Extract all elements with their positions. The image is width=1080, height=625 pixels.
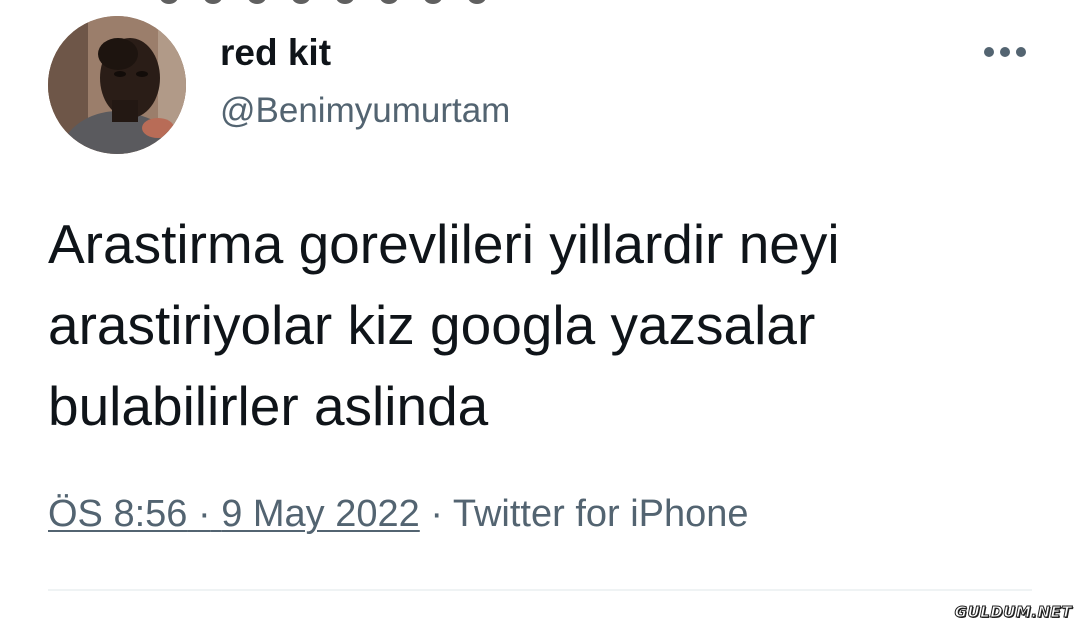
more-horizontal-icon [984, 47, 1026, 57]
meta-dot: · [197, 493, 211, 535]
tweet-text: Arastirma gorevlileri yillardir neyi ara… [48, 204, 1038, 447]
author-display-name[interactable]: red kit [220, 31, 331, 75]
divider [48, 589, 1032, 591]
previous-content-fragment [160, 0, 540, 6]
tweet-text-line: Arastirma gorevlileri yillardir neyi [48, 213, 840, 275]
watermark: GULDUM.NET [954, 603, 1072, 622]
author-handle[interactable]: @Benimyumurtam [220, 90, 510, 132]
tweet-text-line: arastiriyolar kiz googla yazsalar [48, 294, 816, 356]
tweet-metadata: ÖS 8:56 · 9 May 2022 · Twitter for iPhon… [48, 491, 749, 537]
tweet-timestamp-link[interactable]: ÖS 8:56 · 9 May 2022 [48, 493, 420, 535]
avatar-image [48, 16, 186, 154]
tweet-source[interactable]: Twitter for iPhone [453, 493, 749, 535]
tweet-date: 9 May 2022 [221, 493, 420, 535]
tweet-text-line: bulabilirler aslinda [48, 375, 489, 437]
tweet-time: ÖS 8:56 [48, 493, 188, 535]
avatar[interactable] [48, 16, 186, 154]
more-options-button[interactable] [978, 34, 1032, 70]
meta-dot: · [430, 493, 443, 535]
